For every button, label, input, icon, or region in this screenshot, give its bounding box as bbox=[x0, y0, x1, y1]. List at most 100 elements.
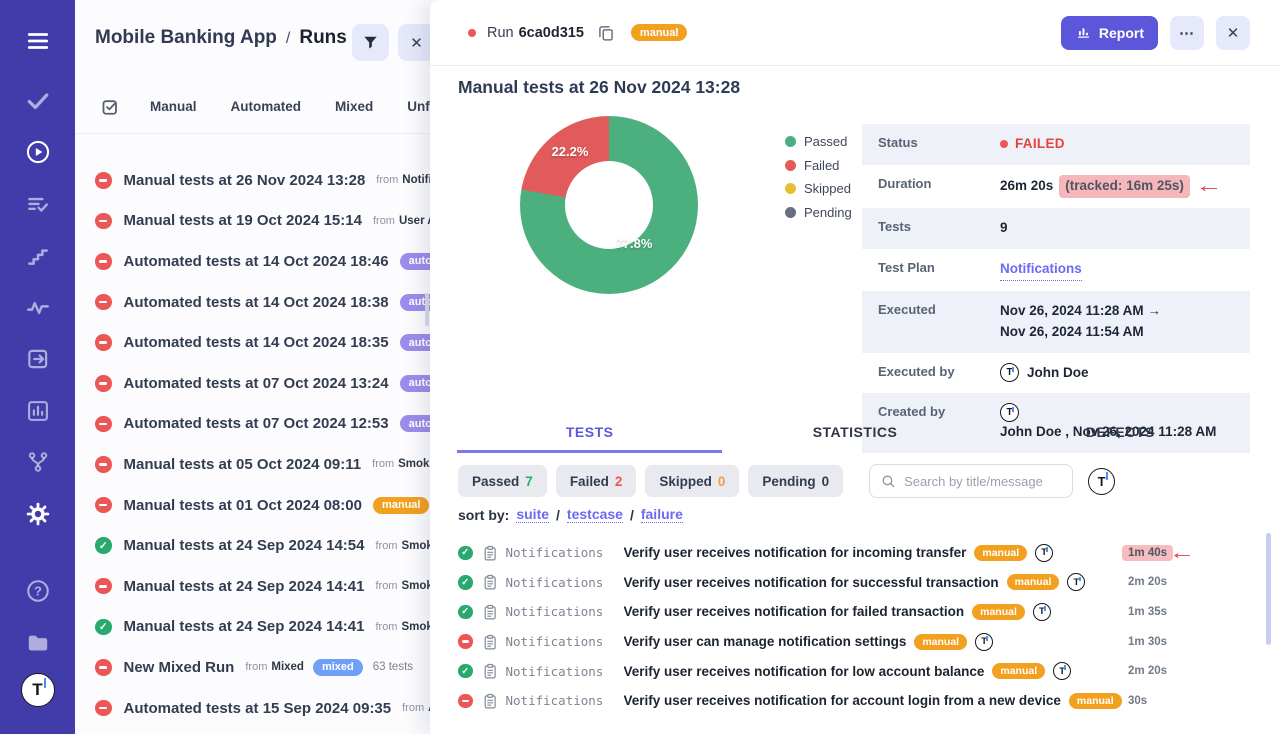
list-check-icon[interactable] bbox=[25, 192, 51, 218]
executed-start: Nov 26, 2024 11:28 AM → bbox=[1000, 301, 1161, 322]
breadcrumb-project[interactable]: Mobile Banking App bbox=[95, 27, 277, 49]
run-test-count: 63 tests bbox=[373, 661, 413, 673]
run-status-icon bbox=[95, 213, 112, 230]
executed-end: Nov 26, 2024 11:54 AM bbox=[1000, 322, 1161, 343]
runs-filter-close-button[interactable]: ✕ bbox=[398, 24, 430, 61]
test-duration: 30s bbox=[1128, 695, 1147, 707]
breadcrumb-separator: / bbox=[286, 30, 290, 48]
folder-icon[interactable] bbox=[25, 629, 51, 655]
executed-by-name: John Doe bbox=[1027, 363, 1089, 384]
run-source-plan: Smoke bbox=[401, 621, 430, 633]
user-avatar[interactable]: T bbox=[21, 673, 55, 707]
exit-box-icon[interactable] bbox=[25, 346, 51, 372]
run-status-icon bbox=[95, 456, 112, 473]
run-title: Manual tests at 24 Sep 2024 14:41 bbox=[124, 578, 365, 595]
run-list-item[interactable]: Automated tests at 14 Oct 2024 18:35 aut… bbox=[75, 322, 430, 363]
detail-close-button[interactable]: ✕ bbox=[1216, 16, 1250, 50]
runs-tab[interactable]: Manual bbox=[150, 99, 197, 114]
tests-scrollbar-thumb[interactable] bbox=[1266, 533, 1271, 645]
test-type-badge: manual bbox=[972, 604, 1025, 620]
detail-row-duration: Duration 26m 20s (tracked: 16m 25s) ← bbox=[862, 165, 1250, 208]
sort-by-suite[interactable]: suite bbox=[516, 506, 549, 523]
detail-tab[interactable]: TESTS bbox=[457, 424, 722, 453]
runs-tab[interactable]: Unfinished bbox=[407, 99, 430, 114]
run-source: fromSmoke bbox=[372, 458, 430, 470]
filter-count: 0 bbox=[822, 474, 830, 489]
runs-tab[interactable]: Mixed bbox=[335, 99, 373, 114]
assignee-filter-avatar[interactable]: T bbox=[1088, 468, 1115, 495]
test-title: Verify user receives notification for fa… bbox=[624, 604, 965, 619]
run-list-item[interactable]: Automated tests at 07 Oct 2024 13:24 aut… bbox=[75, 363, 430, 404]
sort-label: sort by: bbox=[458, 507, 509, 523]
results-donut-chart: 22.2% 77.8% bbox=[520, 116, 698, 294]
search-input[interactable] bbox=[904, 474, 1062, 489]
gear-icon[interactable] bbox=[25, 501, 51, 527]
status-filter-chip[interactable]: Pending 0 bbox=[748, 465, 843, 497]
run-list-item[interactable]: Manual tests at 19 Oct 2024 15:14 fromUs… bbox=[75, 201, 430, 242]
bar-chart-icon[interactable] bbox=[25, 398, 51, 424]
test-type-badge: manual bbox=[1069, 693, 1122, 709]
close-icon: ✕ bbox=[410, 34, 423, 52]
report-button[interactable]: Report bbox=[1061, 16, 1158, 50]
run-source: fromAutomation bbox=[402, 702, 430, 714]
test-suite-name: Notifications bbox=[506, 634, 624, 649]
filter-count: 2 bbox=[615, 474, 623, 489]
run-list-item[interactable]: Automated tests at 14 Oct 2024 18:46 aut… bbox=[75, 241, 430, 282]
detail-tab[interactable]: STATISTICS bbox=[722, 424, 987, 453]
chart-legend: Passed Failed Skipped Pending bbox=[785, 134, 852, 220]
run-list-item[interactable]: Manual tests at 24 Sep 2024 14:54 fromSm… bbox=[75, 525, 430, 566]
status-filter-chip[interactable]: Failed 2 bbox=[556, 465, 637, 497]
run-failed-dot bbox=[468, 29, 476, 37]
test-result-row[interactable]: Notifications Verify user receives notif… bbox=[458, 538, 1252, 568]
test-suite-name: Notifications bbox=[506, 575, 624, 590]
run-list-item[interactable]: Manual tests at 05 Oct 2024 09:11 fromSm… bbox=[75, 444, 430, 485]
test-result-row[interactable]: Notifications Verify user can manage not… bbox=[458, 627, 1252, 657]
run-list-item[interactable]: Manual tests at 24 Sep 2024 14:41 fromSm… bbox=[75, 607, 430, 648]
copy-run-id-button[interactable] bbox=[596, 23, 616, 43]
runs-scrollbar-thumb[interactable] bbox=[425, 293, 429, 326]
run-list-item[interactable]: Manual tests at 01 Oct 2024 08:00 manual… bbox=[75, 485, 430, 526]
test-result-row[interactable]: Notifications Verify user receives notif… bbox=[458, 686, 1252, 716]
runs-tab[interactable]: Automated bbox=[231, 99, 302, 114]
help-icon[interactable]: ? bbox=[25, 578, 51, 604]
run-source-plan: User Authentication bbox=[399, 215, 430, 227]
run-list-item[interactable]: New Mixed Run fromMixed mixed 63 tests bbox=[75, 647, 430, 688]
run-type-badge: mixed bbox=[313, 659, 363, 676]
more-actions-button[interactable]: ⋯ bbox=[1170, 16, 1204, 50]
test-result-row[interactable]: Notifications Verify user receives notif… bbox=[458, 597, 1252, 627]
run-list: Manual tests at 26 Nov 2024 13:28 fromNo… bbox=[75, 160, 430, 728]
run-source-plan: Smoke bbox=[401, 540, 430, 552]
activity-pulse-icon[interactable] bbox=[25, 295, 51, 321]
run-type-badge: automated bbox=[400, 253, 430, 270]
run-list-item[interactable]: Manual tests at 26 Nov 2024 13:28 fromNo… bbox=[75, 160, 430, 201]
filter-button[interactable] bbox=[352, 24, 389, 61]
run-list-item[interactable]: Automated tests at 15 Sep 2024 09:35 fro… bbox=[75, 688, 430, 729]
run-title: Automated tests at 07 Oct 2024 12:53 bbox=[124, 415, 389, 432]
status-filter-chip[interactable]: Passed 7 bbox=[458, 465, 547, 497]
test-result-row[interactable]: Notifications Verify user receives notif… bbox=[458, 656, 1252, 686]
tests-count: 9 bbox=[1000, 218, 1008, 239]
status-filter-chip[interactable]: Skipped 0 bbox=[645, 465, 739, 497]
detail-tab[interactable]: DEFECTS bbox=[988, 424, 1253, 453]
menu-icon[interactable] bbox=[25, 28, 51, 54]
test-title: Verify user receives notification for lo… bbox=[624, 664, 985, 679]
select-all-icon[interactable] bbox=[101, 97, 120, 116]
legend-item: Failed bbox=[785, 158, 852, 173]
run-list-item[interactable]: Automated tests at 07 Oct 2024 12:53 aut… bbox=[75, 404, 430, 445]
sort-by-testcase[interactable]: testcase bbox=[567, 506, 623, 523]
play-circle-icon[interactable] bbox=[25, 139, 51, 165]
steps-icon[interactable] bbox=[25, 243, 51, 269]
run-title: Automated tests at 07 Oct 2024 13:24 bbox=[124, 375, 389, 392]
test-title-zone: Verify user receives notification for ac… bbox=[624, 692, 1124, 710]
assignee-avatar: T bbox=[975, 633, 993, 651]
branch-milestones-icon[interactable] bbox=[25, 449, 51, 475]
checkmark-icon[interactable] bbox=[25, 88, 51, 114]
test-title: Verify user receives notification for in… bbox=[624, 545, 967, 560]
sort-by-failure[interactable]: failure bbox=[641, 506, 683, 523]
run-detail-title: Manual tests at 26 Nov 2024 13:28 bbox=[458, 77, 740, 98]
run-list-item[interactable]: Automated tests at 14 Oct 2024 18:38 aut… bbox=[75, 282, 430, 323]
run-list-item[interactable]: Manual tests at 24 Sep 2024 14:41 fromSm… bbox=[75, 566, 430, 607]
test-result-row[interactable]: Notifications Verify user receives notif… bbox=[458, 568, 1252, 598]
test-plan-link[interactable]: Notifications bbox=[1000, 259, 1082, 281]
runs-list-panel: Mobile Banking App / Runs ✕ Manual Autom… bbox=[75, 0, 430, 734]
